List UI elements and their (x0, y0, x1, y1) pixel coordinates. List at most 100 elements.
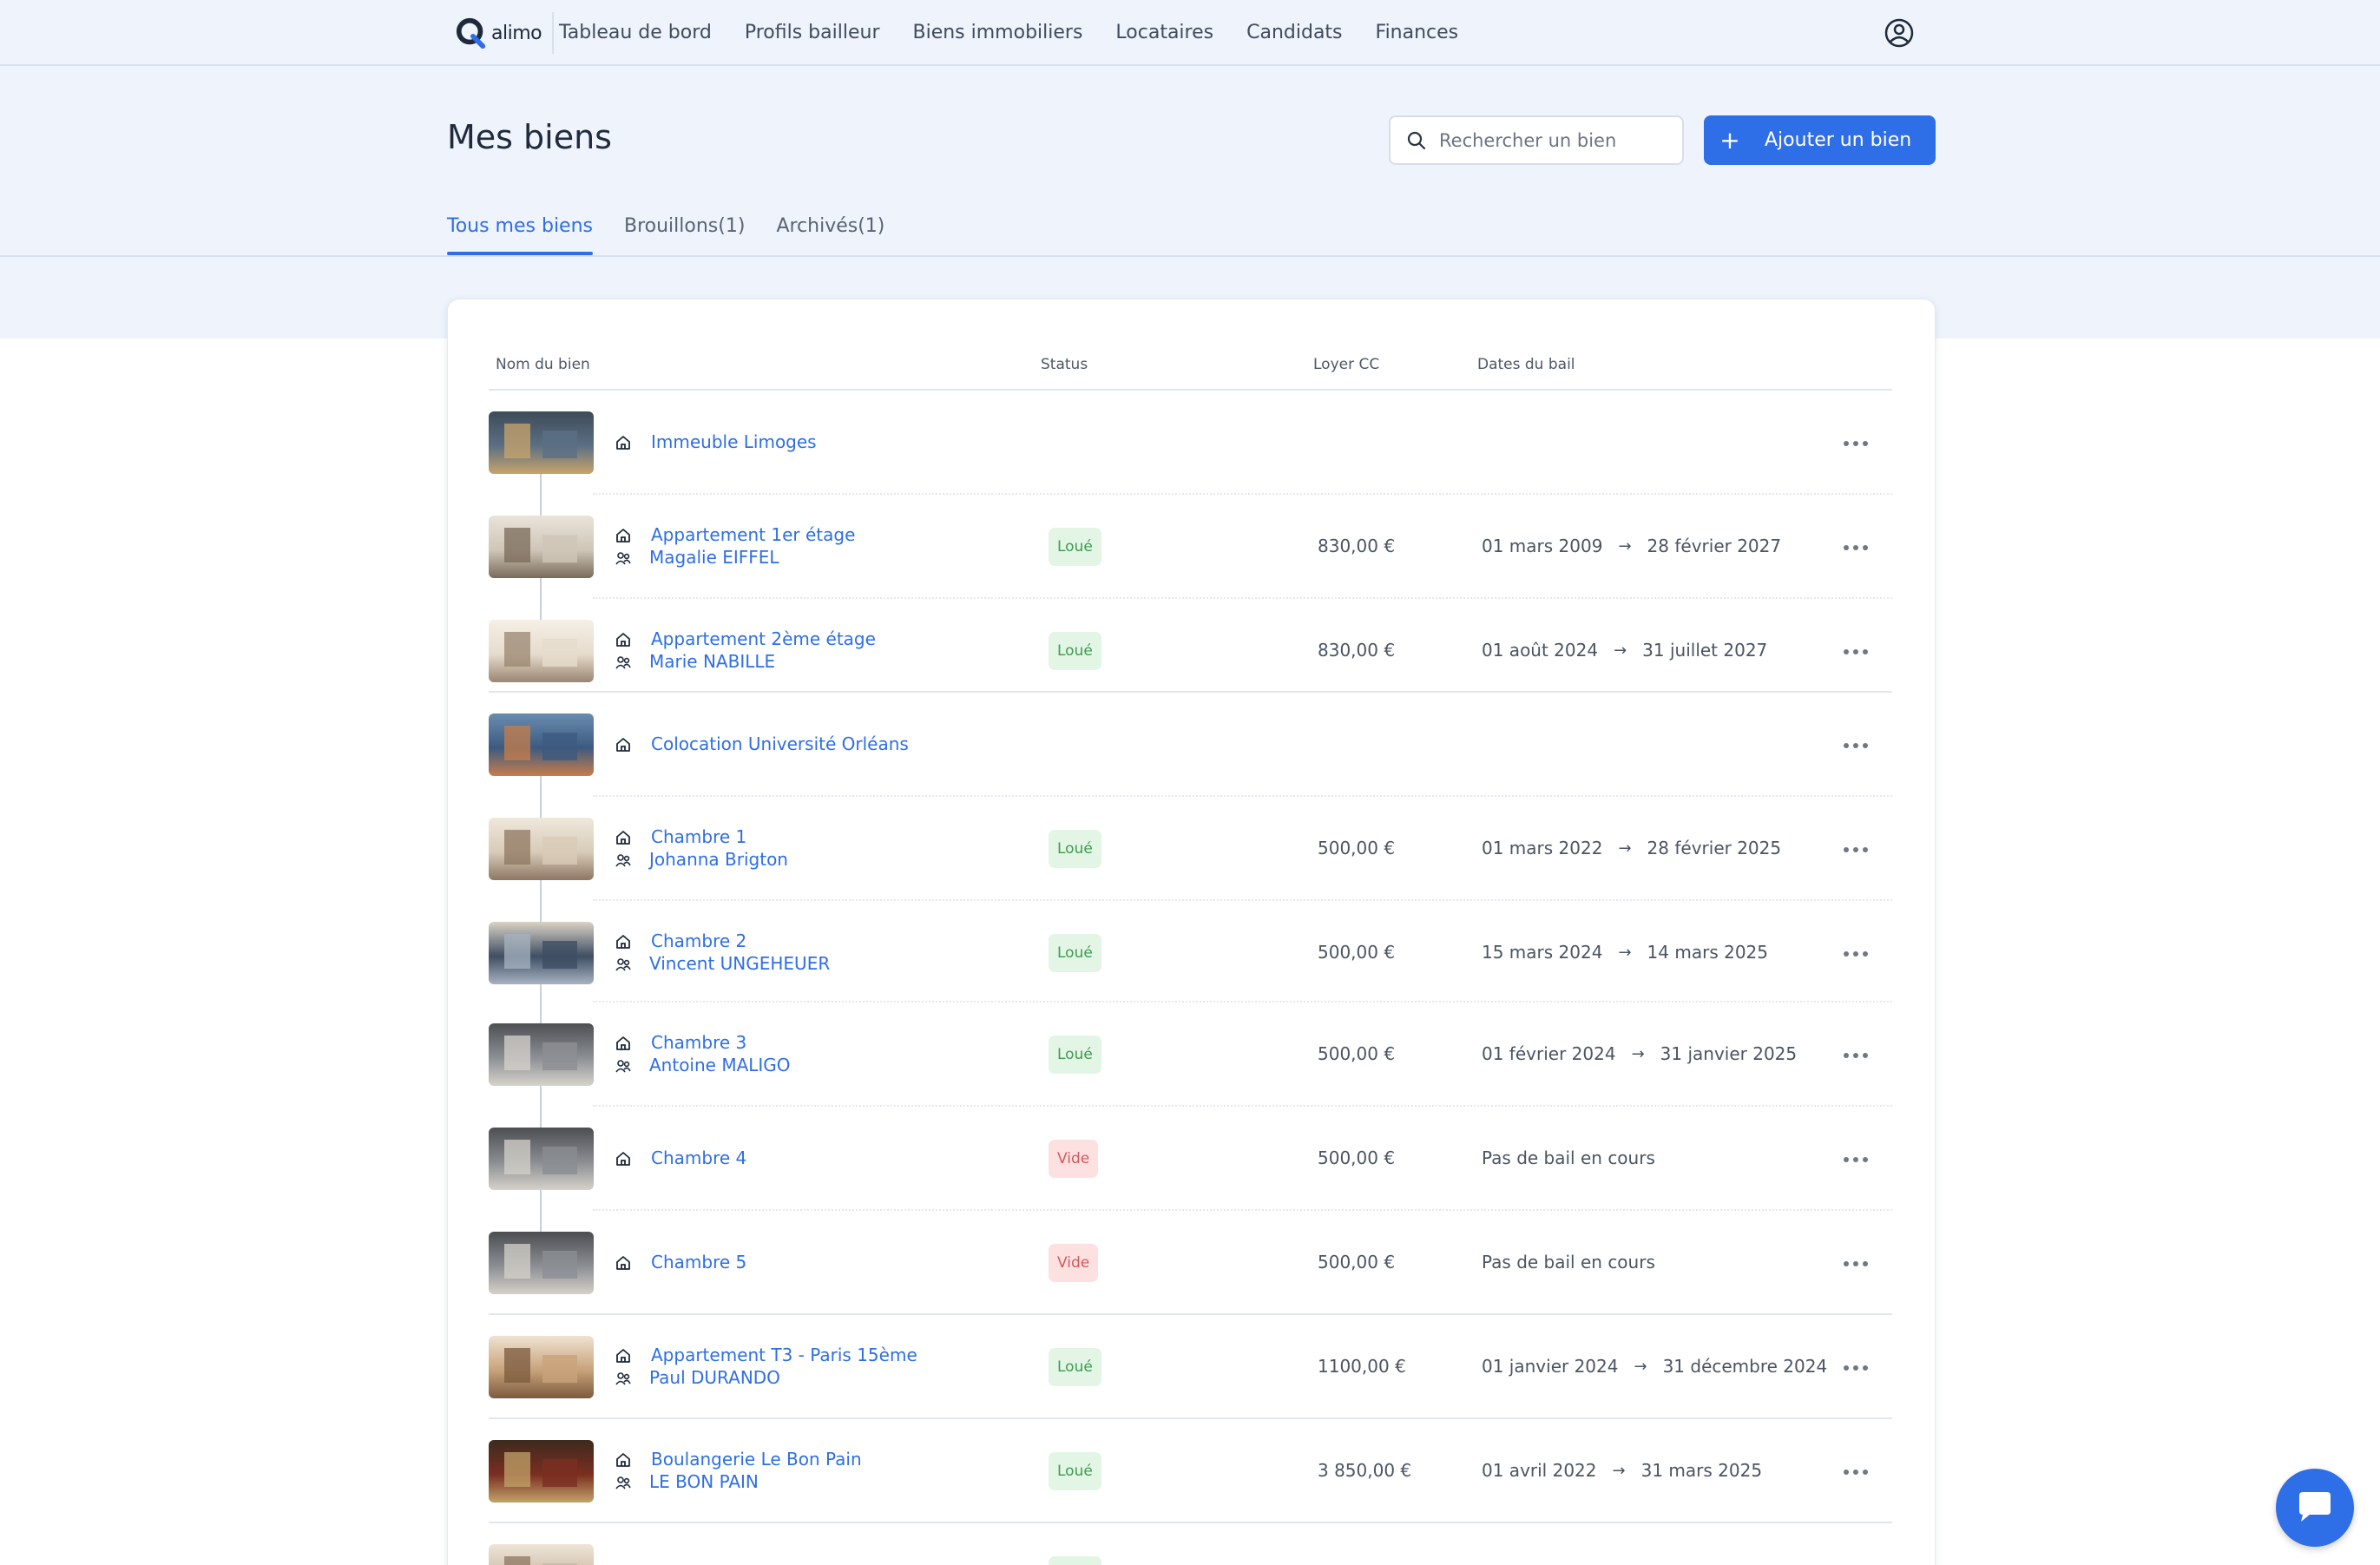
table-row[interactable]: Chambre 1 Johanna Brigton Loué 500,00 € 01… (489, 797, 1892, 901)
property-thumbnail[interactable] (489, 411, 594, 474)
rent-amount: 500,00 € (1318, 942, 1396, 963)
home-icon (616, 529, 630, 542)
status-badge: Loué (1049, 1556, 1101, 1565)
tab-tous-mes-biens[interactable]: Tous mes biens (447, 215, 593, 255)
tab-brouillons[interactable]: Brouillons(1) (624, 215, 745, 255)
property-thumbnail[interactable] (489, 1023, 594, 1086)
page-header-area (0, 66, 2380, 339)
property-name[interactable]: Boulangerie Le Bon Pain (651, 1449, 862, 1470)
no-lease-text: Pas de bail en cours (1482, 1252, 1655, 1272)
lease-end: 28 février 2025 (1647, 838, 1782, 858)
more-dots-icon[interactable] (1844, 1157, 1870, 1164)
status-badge: Loué (1049, 632, 1101, 670)
tab-archives[interactable]: Archivés(1) (776, 215, 884, 255)
property-name[interactable]: Chambre 4 (651, 1147, 746, 1168)
nav-item-candidats[interactable]: Candidats (1246, 22, 1342, 43)
lease-dates: 01 mars 2009 → 28 février 2027 (1482, 536, 1781, 556)
lease-dates: 01 avril 2022 → 31 mars 2025 (1482, 1460, 1762, 1481)
arrow-right-icon: → (1618, 943, 1632, 962)
more-dots-icon[interactable] (1844, 649, 1870, 656)
column-header-name[interactable]: Nom du bien (496, 356, 590, 373)
more-dots-icon[interactable] (1844, 545, 1870, 552)
no-lease-text: Pas de bail en cours (1482, 1147, 1655, 1168)
home-icon (616, 831, 630, 845)
more-dots-icon[interactable] (1844, 1261, 1870, 1268)
nav-item-locataires[interactable]: Locataires (1115, 22, 1213, 43)
more-dots-icon[interactable] (1844, 1053, 1870, 1060)
people-icon (615, 854, 631, 867)
property-name[interactable]: Colocation Université Orléans (651, 733, 909, 754)
property-thumbnail[interactable] (489, 1336, 594, 1398)
property-name[interactable]: Appartement 1er étage (651, 524, 855, 545)
home-icon (616, 1036, 630, 1050)
column-header-rent[interactable]: Loyer CC (1313, 356, 1379, 373)
property-name[interactable]: Chambre 5 (651, 1252, 746, 1272)
search-box[interactable] (1389, 115, 1684, 165)
status-badge: Loué (1049, 830, 1101, 868)
tenant-name[interactable]: Magalie EIFFEL (649, 547, 779, 568)
nav-item-biens-immobiliers[interactable]: Biens immobiliers (913, 22, 1083, 43)
property-name[interactable]: Appartement T3 - Paris 15ème (651, 1345, 917, 1365)
table-row[interactable]: Chambre 5 Vide 500,00 € Pas de bail en cour… (489, 1211, 1892, 1315)
property-name[interactable]: Appartement 2ème étage (651, 628, 876, 649)
tenant-name[interactable]: Paul DURANDO (649, 1367, 780, 1388)
top-navigation-bar: alimo Tableau de bord Profils bailleur B… (0, 0, 2380, 66)
table-row[interactable]: Appartement T3 - Quartier MoulinLoué (489, 1523, 1892, 1565)
home-icon (616, 935, 630, 949)
home-icon (616, 1349, 630, 1363)
tenant-name[interactable]: Marie NABILLE (649, 651, 775, 672)
people-icon (615, 1476, 631, 1489)
user-circle-icon[interactable] (1884, 17, 1915, 49)
property-thumbnail[interactable] (489, 1128, 594, 1190)
lease-dates: 01 août 2024 → 31 juillet 2027 (1482, 640, 1767, 661)
table-row[interactable]: Appartement T3 - Paris 15ème Paul DURAND… (489, 1315, 1892, 1419)
tenant-name[interactable]: LE BON PAIN (649, 1471, 759, 1492)
rent-amount: 500,00 € (1318, 1252, 1396, 1272)
more-dots-icon[interactable] (1844, 1470, 1870, 1476)
property-thumbnail[interactable] (489, 620, 594, 682)
add-property-button[interactable]: + Ajouter un bien (1704, 115, 1936, 165)
tenant-name[interactable]: Johanna Brigton (649, 849, 788, 870)
property-name[interactable]: Chambre 1 (651, 826, 746, 847)
property-thumbnail[interactable] (489, 1232, 594, 1294)
property-thumbnail[interactable] (489, 922, 594, 984)
more-dots-icon[interactable] (1844, 951, 1870, 958)
table-row[interactable]: Chambre 2 Vincent UNGEHEUER Loué 500,00 € … (489, 901, 1892, 1003)
table-row[interactable]: Immeuble Limoges (489, 391, 1892, 495)
table-row[interactable]: Boulangerie Le Bon Pain LE BON PAIN Loué 3… (489, 1419, 1892, 1523)
property-name[interactable]: Chambre 2 (651, 930, 746, 951)
column-header-dates[interactable]: Dates du bail (1477, 356, 1575, 373)
property-thumbnail[interactable] (489, 516, 594, 578)
nav-item-finances[interactable]: Finances (1376, 22, 1459, 43)
add-property-label: Ajouter un bien (1765, 129, 1912, 151)
table-row[interactable]: Appartement 2ème étage Marie NABILLE Loué… (489, 599, 1892, 693)
table-row[interactable]: Appartement 1er étage Magalie EIFFEL Loué… (489, 495, 1892, 599)
arrow-right-icon: → (1631, 1044, 1645, 1063)
property-name[interactable]: Immeuble Limoges (651, 431, 817, 452)
tenant-name[interactable]: Antoine MALIGO (649, 1055, 791, 1075)
column-header-status[interactable]: Status (1041, 356, 1088, 373)
nav-item-tableau-de-bord[interactable]: Tableau de bord (559, 22, 712, 43)
property-name[interactable]: Chambre 3 (651, 1032, 746, 1053)
property-thumbnail[interactable] (489, 1440, 594, 1503)
lease-end: 31 mars 2025 (1640, 1460, 1763, 1481)
lease-dates: 15 mars 2024 → 14 mars 2025 (1482, 942, 1768, 963)
search-input[interactable] (1439, 129, 1673, 151)
main-nav: Tableau de bord Profils bailleur Biens i… (559, 0, 1458, 64)
more-dots-icon[interactable] (1844, 1365, 1870, 1372)
tabs-divider (0, 255, 2380, 257)
nav-item-profils-bailleur[interactable]: Profils bailleur (745, 22, 880, 43)
more-dots-icon[interactable] (1844, 743, 1870, 750)
table-row[interactable]: Chambre 4 Vide 500,00 € Pas de bail en cour… (489, 1107, 1892, 1211)
property-thumbnail[interactable] (489, 818, 594, 880)
tenant-name[interactable]: Vincent UNGEHEUER (649, 953, 830, 974)
chat-button[interactable] (2276, 1469, 2354, 1547)
property-thumbnail[interactable] (489, 713, 594, 776)
rent-amount: 830,00 € (1318, 536, 1396, 556)
property-thumbnail[interactable] (489, 1544, 594, 1565)
more-dots-icon[interactable] (1844, 441, 1870, 448)
table-row[interactable]: Chambre 3 Antoine MALIGO Loué 500,00 € 01 … (489, 1003, 1892, 1107)
logo[interactable]: alimo (455, 12, 555, 54)
table-row[interactable]: Colocation Université Orléans (489, 693, 1892, 797)
more-dots-icon[interactable] (1844, 847, 1870, 854)
